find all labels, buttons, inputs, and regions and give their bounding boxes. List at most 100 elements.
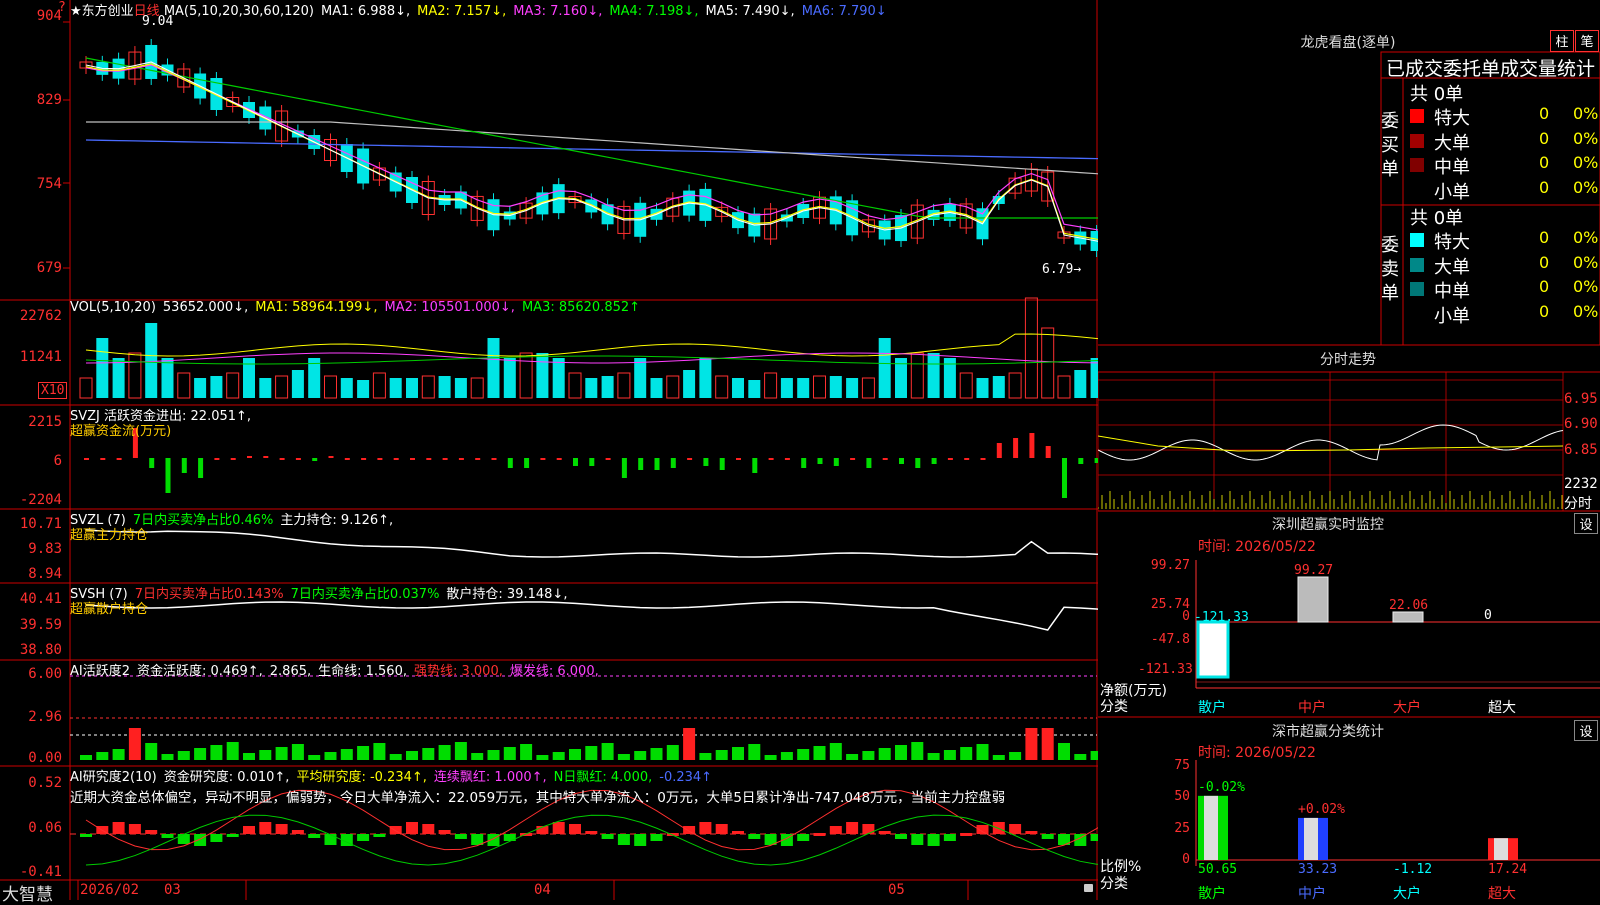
intraday-title[interactable]: 分时走势 — [1248, 349, 1448, 369]
vol-bar — [210, 376, 223, 398]
research-bar — [161, 834, 174, 838]
category-bar-shine — [1304, 817, 1318, 860]
lock-icon[interactable] — [1084, 884, 1093, 892]
intraday-tick: 6.95 — [1564, 391, 1598, 407]
svsh-tick: 38.80 — [19, 642, 62, 658]
vol-bar — [552, 358, 565, 398]
research-bar — [715, 824, 728, 834]
legend-item: 主力持仓: 9.126↑, — [280, 513, 394, 528]
legend-item: MA6: 7.790↓ — [801, 4, 887, 19]
flow-bar — [915, 458, 921, 468]
vol-bar — [470, 377, 484, 399]
vol-bar — [128, 352, 142, 399]
flow-bar — [687, 458, 693, 460]
kline-area[interactable]: ★东方创业日线 MA(5,10,20,30,60,120) MA1: 6.988↓… — [0, 0, 1098, 905]
brand-label: 大智慧 — [2, 885, 53, 905]
intraday-vol-max: 2232 — [1564, 476, 1598, 492]
monitor-category: 散户 — [1198, 700, 1226, 716]
stock-name[interactable]: ★东方创业 — [70, 4, 134, 19]
research-bar — [324, 834, 337, 845]
legend-item: 资金活跃度: 0.469↑, — [137, 664, 263, 679]
active-bar — [976, 744, 989, 760]
monitor-tick: -121.33 — [1138, 662, 1193, 677]
active-bar — [1074, 754, 1087, 760]
category-tick: 50 — [1174, 789, 1190, 804]
legend-item: VOL(5,10,20) — [70, 300, 156, 315]
active-bar — [1041, 728, 1054, 760]
price-tick: 679 — [36, 260, 62, 276]
research-bar — [1041, 834, 1054, 839]
vol-bar — [797, 378, 810, 398]
high-marker: 9.04 — [142, 14, 174, 29]
svzl-tick: 9.83 — [28, 541, 62, 557]
order-pct: 0% — [1573, 252, 1599, 272]
ai-active-tick: 0.00 — [28, 750, 62, 766]
date-axis-label: 2026/02 — [80, 882, 140, 898]
vol-bar — [177, 372, 191, 399]
research-bar — [373, 834, 386, 837]
flow-bar — [524, 458, 530, 468]
flow-bar — [882, 458, 888, 460]
category-change: -0.02% — [1198, 779, 1245, 795]
vol-bar — [829, 376, 842, 398]
order-pct: 0% — [1573, 301, 1599, 321]
active-bar — [291, 744, 304, 760]
vol-bar — [1057, 375, 1071, 399]
active-bar — [259, 750, 272, 760]
research-bar — [357, 834, 370, 841]
active-bar — [128, 728, 141, 760]
active-bar — [764, 755, 777, 760]
flow-bar — [165, 458, 171, 493]
active-bar — [699, 753, 712, 760]
category-change: +0.02% — [1298, 801, 1345, 817]
order-size: 大单 — [1434, 256, 1470, 278]
flow-bar — [1013, 438, 1019, 458]
active-bar — [454, 742, 467, 760]
monitor-value: 99.27 — [1294, 563, 1334, 578]
order-size: 中单 — [1434, 157, 1470, 178]
legend-item: N日飘红: 4.000, — [553, 770, 653, 785]
sz-category-settings-button[interactable]: 设 — [1574, 720, 1598, 741]
category-tick: 0 — [1182, 852, 1190, 867]
active-bar — [895, 745, 907, 760]
active-bar — [960, 747, 973, 760]
active-bar — [829, 743, 842, 760]
flow-bar — [833, 458, 839, 466]
sz-monitor-settings-button[interactable]: 设 — [1574, 513, 1598, 534]
color-swatch — [1410, 133, 1424, 148]
bar-mode-button[interactable]: 柱 — [1550, 30, 1574, 52]
order-pct: 0% — [1573, 228, 1599, 247]
active-bar — [846, 754, 859, 760]
ai-active-header: AI活跃度2 资金活跃度: 0.469↑, 2.865, 生命线: 1.560, 强势线… — [70, 660, 606, 679]
flow-bar — [295, 458, 301, 460]
date-axis-label: 05 — [888, 882, 905, 898]
vol-bar — [1041, 327, 1055, 399]
research-bar — [552, 822, 565, 834]
research-bar — [406, 822, 418, 834]
kline-svg[interactable] — [0, 0, 1098, 900]
intraday-tick: 6.90 — [1564, 416, 1598, 432]
buy-order-label: 委买单 — [1381, 111, 1399, 180]
flow-bar — [361, 458, 367, 460]
flow-bar — [719, 458, 725, 470]
active-bar — [552, 752, 565, 760]
vol-bar — [259, 378, 272, 398]
date-axis-label: 03 — [164, 882, 181, 898]
color-swatch — [1410, 109, 1424, 123]
sz-monitor-title: 深圳超赢实时监控 — [1272, 517, 1384, 533]
category-tick: 25 — [1174, 821, 1190, 836]
color-swatch — [1410, 183, 1424, 197]
flow-bar — [736, 458, 741, 460]
active-bar — [503, 747, 516, 760]
flow-bar — [247, 456, 252, 458]
vol-bar — [340, 378, 353, 398]
order-pct: 0% — [1573, 153, 1599, 172]
active-bar — [683, 728, 696, 760]
order-count: 0 — [1539, 104, 1550, 123]
sz-monitor-ylabel2: 分类 — [1100, 699, 1128, 715]
research-bar — [601, 834, 614, 839]
vol-bar — [389, 378, 402, 398]
research-bar — [911, 834, 924, 845]
flow-bar — [475, 458, 481, 460]
tick-mode-button[interactable]: 笔 — [1575, 30, 1599, 52]
